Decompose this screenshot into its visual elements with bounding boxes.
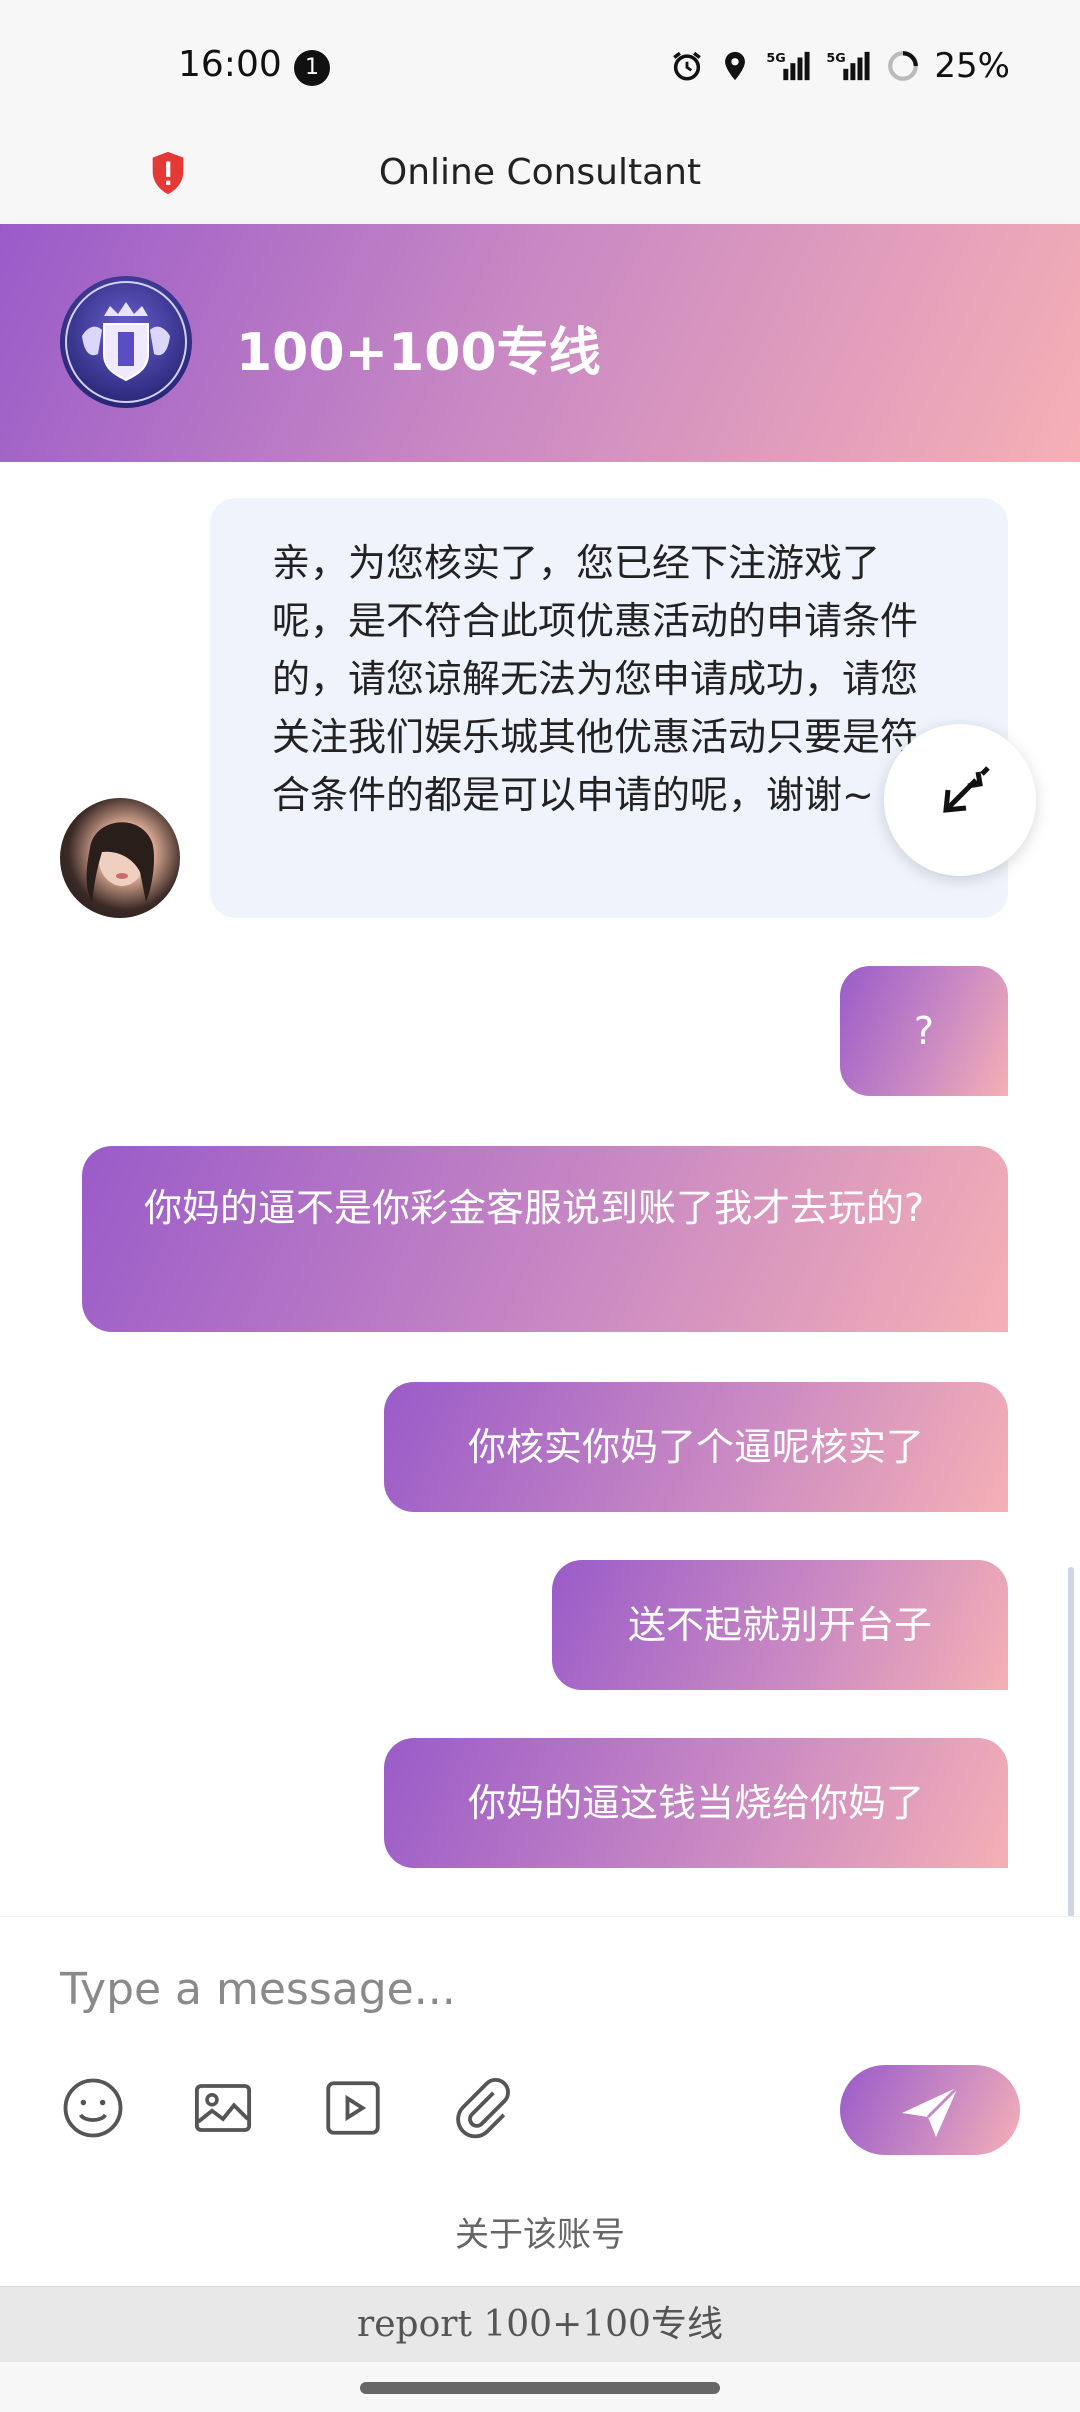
message-text: 你妈的逼不是你彩金客服说到账了我才去玩的? (144, 1186, 925, 1230)
svg-text:5G: 5G (827, 51, 846, 66)
title-bar: Online Consultant (0, 138, 1080, 224)
notification-badge: 1 (294, 50, 330, 86)
avatar[interactable] (60, 798, 180, 918)
page-title: Online Consultant (378, 152, 702, 193)
scrollbar[interactable] (1068, 1567, 1074, 1917)
signal-5g-icon: 5G (827, 51, 870, 81)
status-time: 16:00 (178, 44, 282, 85)
message-input[interactable] (60, 1959, 1020, 2019)
message-text: 你核实你妈了个逼呢核实了 (467, 1425, 924, 1469)
crest-logo-icon (60, 276, 192, 408)
about-account-link[interactable]: 关于该账号 (0, 2207, 1080, 2256)
message-text: 送不起就别开台子 (627, 1603, 932, 1647)
user-message: ? (840, 966, 1008, 1096)
composer: 关于该账号 (0, 1916, 1080, 2286)
svg-text:5G: 5G (767, 51, 786, 66)
user-message: 你核实你妈了个逼呢核实了 (384, 1382, 1008, 1512)
navigation-bar (0, 2362, 1080, 2412)
report-link[interactable]: report 100+100专线 (0, 2287, 1080, 2363)
video-icon[interactable] (320, 2075, 386, 2141)
user-message: 你妈的逼这钱当烧给你妈了 (384, 1738, 1008, 1868)
alarm-icon (673, 51, 702, 81)
user-message: 送不起就别开台子 (552, 1560, 1008, 1690)
battery-ring-icon (888, 51, 919, 81)
paperclip-icon[interactable] (448, 2075, 514, 2141)
signal-5g-icon: 5G (767, 51, 810, 81)
chat-messages[interactable]: 亲，为您核实了，您已经下注游戏了呢，是不符合此项优惠活动的申请条件的，请您谅解无… (0, 462, 1080, 1917)
user-message: 你妈的逼不是你彩金客服说到账了我才去玩的? (82, 1146, 1008, 1332)
send-icon (902, 2085, 960, 2137)
report-bar[interactable]: report 100+100专线 (0, 2286, 1080, 2362)
message-text: 你妈的逼这钱当烧给你妈了 (467, 1781, 924, 1825)
chat-header: 100+100专线 (0, 224, 1080, 462)
battery-level: 25% (934, 46, 1010, 86)
status-bar: 16:00 1 5G 5G 25% (0, 0, 1080, 138)
send-button[interactable] (840, 2065, 1020, 2155)
status-icons: 5G 5G 25% (670, 46, 1010, 86)
channel-name: 100+100专线 (236, 323, 601, 383)
collapse-icon (943, 766, 990, 813)
collapse-button[interactable] (884, 724, 1036, 876)
message-text: ? (913, 1009, 935, 1053)
image-icon[interactable] (190, 2075, 256, 2141)
location-icon (725, 51, 746, 81)
emoji-icon[interactable] (60, 2075, 126, 2141)
home-indicator[interactable] (360, 2382, 720, 2394)
message-text: 亲，为您核实了，您已经下注游戏了呢，是不符合此项优惠活动的申请条件的，请您谅解无… (272, 541, 919, 817)
